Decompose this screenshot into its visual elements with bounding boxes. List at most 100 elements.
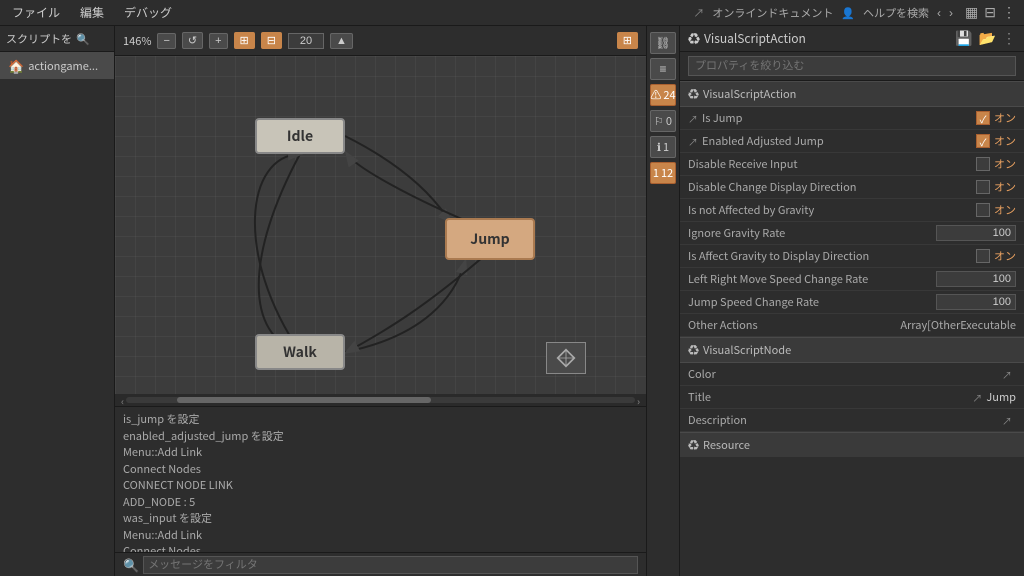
prop-row-ignore-gravity: Ignore Gravity Rate — [680, 222, 1024, 245]
prop-row-enabled-adjusted: ↗ Enabled Adjusted Jump ✓ オン — [680, 130, 1024, 153]
side-list-btn[interactable]: ≡ — [650, 58, 676, 80]
prop-value-is-jump: オン — [994, 110, 1016, 126]
menu-debug[interactable]: デバッグ — [120, 2, 176, 23]
prop-label-left-right-move: Left Right Move Speed Change Rate — [688, 271, 936, 287]
section2-icon: ♻ — [688, 342, 699, 358]
prop-label-affect-gravity: Is Affect Gravity to Display Direction — [688, 248, 976, 264]
menu-file[interactable]: ファイル — [8, 2, 64, 23]
info-count: 1 — [663, 139, 669, 155]
h-scroll-track[interactable] — [126, 397, 635, 403]
right-filter — [680, 52, 1024, 81]
warning-icon: ⚐ — [654, 113, 664, 129]
section3-header: ♻ Resource — [680, 432, 1024, 457]
node-walk-label: Walk — [283, 342, 317, 362]
zoom-in-btn[interactable]: + — [209, 33, 227, 49]
log-line-8: Connect Nodes — [123, 543, 638, 552]
prop-label-is-jump: Is Jump — [702, 110, 976, 126]
panel-more-icon[interactable]: ⋮ — [1002, 30, 1016, 47]
prop-check-disable-display[interactable] — [976, 180, 990, 194]
zoom-input[interactable] — [288, 33, 324, 49]
nav-back-btn[interactable]: ‹ — [937, 6, 941, 20]
prop-check-enabled[interactable]: ✓ — [976, 134, 990, 148]
prop-input-ignore-gravity[interactable] — [936, 225, 1016, 241]
side-warning-badge[interactable]: ⚐ 0 — [650, 110, 676, 132]
section1-header: ♻ VisualScriptAction — [680, 81, 1024, 107]
filter-search-icon: 🔍 — [123, 555, 139, 574]
canvas-area[interactable]: Idle Walk Jump — [115, 56, 646, 394]
menu-icon-2[interactable]: ⊟ — [984, 4, 996, 21]
property-filter-input[interactable] — [688, 56, 1016, 76]
side-extra-badge[interactable]: 1 12 — [650, 162, 676, 184]
zoom-step-up[interactable]: ▲ — [330, 33, 353, 49]
grid-btn[interactable]: ⊟ — [261, 32, 282, 49]
error-icon: ⚠ — [650, 87, 661, 103]
mini-node-icon[interactable] — [546, 342, 586, 374]
prop-check-disable-input[interactable] — [976, 157, 990, 171]
side-chain-btn[interactable]: ⛓ — [650, 32, 676, 54]
prop-check-is-jump[interactable]: ✓ — [976, 111, 990, 125]
prop-value-disable-display: オン — [994, 179, 1016, 195]
prop-check-affect-gravity[interactable] — [976, 249, 990, 263]
warning-count: 0 — [666, 113, 672, 129]
actiongame-icon: 🏠 — [8, 56, 24, 75]
prop-input-left-right-move[interactable] — [936, 271, 1016, 287]
message-filter-input[interactable] — [143, 556, 638, 574]
side-info-badge[interactable]: ℹ 1 — [650, 136, 676, 158]
section2-header: ♻ VisualScriptNode — [680, 337, 1024, 363]
h-scrollbar[interactable]: ‹ › — [115, 394, 646, 406]
help-link[interactable]: ヘルプを検索 — [863, 5, 929, 21]
snap-btn[interactable]: ⊞ — [234, 32, 255, 49]
node-idle[interactable]: Idle — [255, 118, 345, 154]
bottom-footer: 🔍 — [115, 552, 646, 576]
visual-script-icon: ♻ — [688, 30, 700, 47]
left-panel-item-actiongame[interactable]: 🏠 actiongame... — [0, 52, 114, 79]
log-line-5: ADD_NODE : 5 — [123, 494, 638, 511]
diamond-icon — [556, 348, 576, 368]
menu-icon-3[interactable]: ⋮ — [1002, 4, 1016, 21]
h-scroll-thumb — [177, 397, 431, 403]
prop-check-not-gravity[interactable] — [976, 203, 990, 217]
log-line-2: Menu::Add Link — [123, 444, 638, 461]
info-icon: ℹ — [657, 139, 661, 155]
prop-link-icon-enabled: ↗ — [688, 134, 698, 149]
prop-row-is-jump: ↗ Is Jump ✓ オン — [680, 107, 1024, 130]
scripts-label: スクリプトを — [6, 31, 72, 47]
section1-label: VisualScriptAction — [703, 86, 796, 102]
right-panel-title: ♻ VisualScriptAction — [688, 30, 806, 47]
prop-row-disable-input: Disable Receive Input オン — [680, 153, 1024, 176]
node-walk[interactable]: Walk — [255, 334, 345, 370]
nav-forward-btn[interactable]: › — [949, 6, 953, 20]
prop-label-enabled: Enabled Adjusted Jump — [702, 133, 976, 149]
prop-value-affect-gravity: オン — [994, 248, 1016, 264]
prop-row-other-actions: Other Actions Array[OtherExecutable — [680, 314, 1024, 337]
menu-center: ↗ オンラインドキュメント 👤 ヘルプを検索 ‹ › — [693, 5, 953, 21]
zoom-reset-btn[interactable]: ↺ — [182, 32, 203, 49]
prop-row-color: Color ↗ — [680, 363, 1024, 386]
log-line-4: CONNECT NODE LINK — [123, 477, 638, 494]
prop-link-icon-color: ↗ — [1002, 367, 1012, 382]
help-icon: 👤 — [841, 5, 855, 21]
menu-edit[interactable]: 編集 — [76, 2, 108, 23]
center-panel: 146% − ↺ + ⊞ ⊟ ▲ ⊞ — [115, 26, 646, 576]
bottom-panel: is_jump を設定 enabled_adjusted_jump を設定 Me… — [115, 406, 646, 576]
prop-row-description: Description ↗ — [680, 409, 1024, 432]
prop-input-jump-speed[interactable] — [936, 294, 1016, 310]
menu-icon-1[interactable]: ▦ — [965, 4, 978, 21]
prop-label-not-gravity: Is not Affected by Gravity — [688, 202, 976, 218]
log-line-1: enabled_adjusted_jump を設定 — [123, 428, 638, 445]
side-error-badge[interactable]: ⚠ 24 — [650, 84, 676, 106]
right-panel: ♻ VisualScriptAction 💾 📂 ⋮ ♻ VisualScrip… — [679, 26, 1024, 576]
online-doc-link[interactable]: オンラインドキュメント — [712, 5, 833, 21]
zoom-out-btn[interactable]: − — [157, 33, 175, 49]
right-panel-scroll[interactable]: ♻ VisualScriptAction ↗ Is Jump ✓ オン ↗ En… — [680, 81, 1024, 576]
section2-label: VisualScriptNode — [703, 342, 791, 358]
center-toolbar: 146% − ↺ + ⊞ ⊟ ▲ ⊞ — [115, 26, 646, 56]
frame-btn[interactable]: ⊞ — [617, 32, 638, 49]
menu-bar: ファイル 編集 デバッグ ↗ オンラインドキュメント 👤 ヘルプを検索 ‹ › … — [0, 0, 1024, 26]
property-section-visual-script-node: ♻ VisualScriptNode Color ↗ Title ↗ Jump — [680, 337, 1024, 432]
scripts-search-icon[interactable]: 🔍 — [76, 31, 90, 47]
panel-load-icon[interactable]: 📂 — [979, 30, 996, 47]
right-panel-title-text: VisualScriptAction — [704, 30, 806, 47]
node-jump[interactable]: Jump — [445, 218, 535, 260]
panel-save-icon[interactable]: 💾 — [955, 30, 972, 47]
